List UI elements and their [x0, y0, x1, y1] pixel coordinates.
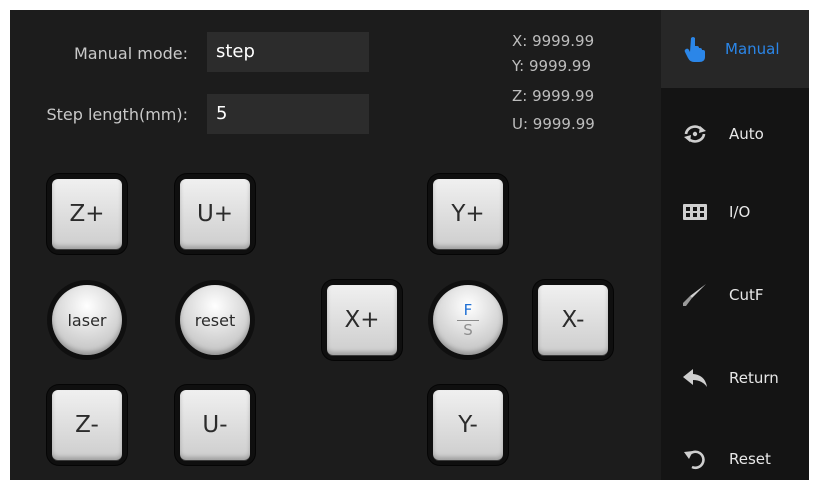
x-minus-label: X-	[538, 285, 608, 355]
fast-label: F	[463, 300, 473, 319]
sidebar-item-label: Return	[729, 369, 779, 387]
x-coordinate: X: 9999.99	[512, 32, 595, 50]
u-plus-button[interactable]: U+	[175, 174, 255, 254]
control-panel-screen: Manual mode: step Step length(mm): 5 X: …	[10, 10, 809, 480]
reset-button[interactable]: reset	[175, 280, 255, 360]
sidebar: Manual Auto I/O CutF Return Reset	[661, 10, 809, 480]
x-plus-button[interactable]: X+	[322, 280, 402, 360]
manual-mode-label: Manual mode:	[74, 44, 188, 63]
fast-slow-face: F S	[433, 285, 503, 355]
z-coordinate: Z: 9999.99	[512, 87, 595, 105]
u-plus-label: U+	[180, 179, 250, 249]
sidebar-item-auto[interactable]: Auto	[661, 95, 809, 173]
sidebar-item-manual[interactable]: Manual	[661, 10, 809, 88]
hand-pointer-icon	[681, 37, 709, 62]
slow-label: S	[463, 320, 473, 339]
u-minus-label: U-	[180, 390, 250, 460]
u-coordinate: U: 9999.99	[512, 115, 595, 133]
reset-label: reset	[180, 285, 250, 355]
manual-mode-field[interactable]: step	[207, 32, 369, 72]
sidebar-item-label: I/O	[729, 203, 751, 221]
z-plus-button[interactable]: Z+	[47, 174, 127, 254]
y-plus-button[interactable]: Y+	[428, 174, 508, 254]
sidebar-item-label: Reset	[729, 450, 771, 468]
step-length-label: Step length(mm):	[46, 105, 188, 124]
z-plus-label: Z+	[52, 179, 122, 249]
fast-slow-toggle[interactable]: F S	[428, 280, 508, 360]
laser-label: laser	[52, 285, 122, 355]
z-minus-button[interactable]: Z-	[47, 385, 127, 465]
u-minus-button[interactable]: U-	[175, 385, 255, 465]
sidebar-item-cutf[interactable]: CutF	[661, 256, 809, 334]
return-arrow-icon	[681, 366, 709, 390]
sidebar-item-reset[interactable]: Reset	[661, 420, 809, 480]
laser-button[interactable]: laser	[47, 280, 127, 360]
auto-cycle-icon	[681, 122, 709, 146]
y-minus-button[interactable]: Y-	[428, 385, 508, 465]
knife-icon	[681, 283, 709, 307]
sidebar-item-label: Manual	[725, 40, 780, 58]
sidebar-item-label: CutF	[729, 286, 764, 304]
sidebar-item-label: Auto	[729, 125, 764, 143]
sidebar-item-return[interactable]: Return	[661, 339, 809, 417]
io-grid-icon	[681, 200, 709, 224]
reset-arrow-icon	[681, 447, 709, 471]
x-plus-label: X+	[327, 285, 397, 355]
step-length-field[interactable]: 5	[207, 94, 369, 134]
x-minus-button[interactable]: X-	[533, 280, 613, 360]
y-coordinate: Y: 9999.99	[512, 57, 592, 75]
z-minus-label: Z-	[52, 390, 122, 460]
y-plus-label: Y+	[433, 179, 503, 249]
sidebar-item-io[interactable]: I/O	[661, 173, 809, 251]
y-minus-label: Y-	[433, 390, 503, 460]
